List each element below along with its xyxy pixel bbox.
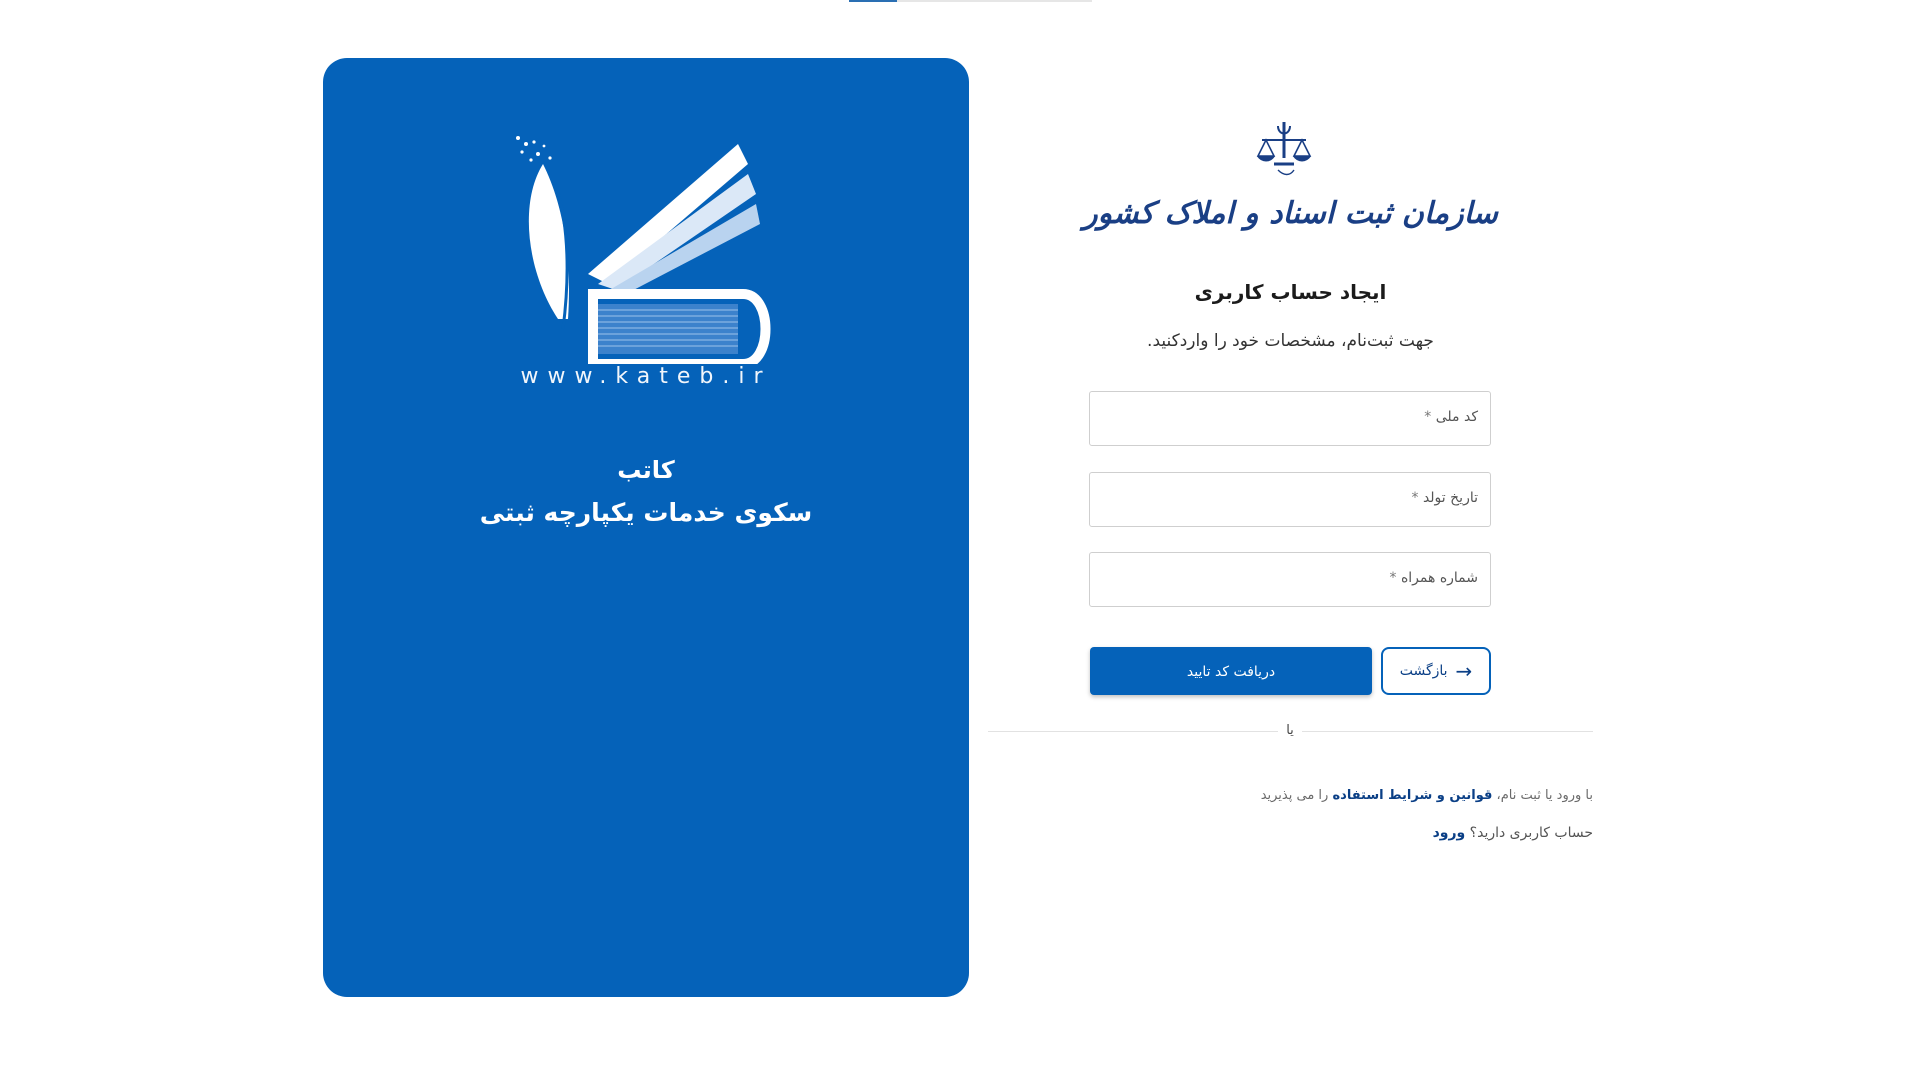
terms-link[interactable]: قوانین و شرایط استفاده — [1332, 788, 1492, 803]
mobile-number-input[interactable] — [1090, 553, 1490, 606]
signup-form: سازمان ثبت اسناد و املاک کشور ایجاد حساب… — [988, 0, 1593, 1080]
progress-indicator-active — [849, 0, 897, 2]
mobile-number-field[interactable]: شماره همراه * — [1089, 552, 1491, 607]
national-code-input[interactable] — [1090, 392, 1490, 445]
get-verification-code-button[interactable]: دریافت کد تایید — [1090, 647, 1372, 695]
brand-name: کاتب — [617, 456, 675, 484]
terms-prefix: با ورود یا ثبت نام، — [1496, 788, 1593, 803]
terms-suffix: را می پذیرید — [1260, 788, 1329, 803]
national-code-field[interactable]: کد ملی * — [1089, 391, 1491, 446]
page-title: ایجاد حساب کاربری — [1194, 280, 1387, 304]
brand-tagline: سکوی خدمات یکپارچه ثبتی — [479, 498, 813, 527]
birth-date-field[interactable]: تاریخ تولد * — [1089, 472, 1491, 527]
org-name: سازمان ثبت اسناد و املاک کشور — [1083, 196, 1498, 231]
kateb-logo-icon — [516, 136, 771, 364]
terms-notice: با ورود یا ثبت نام، قوانین و شرایط استفا… — [1261, 788, 1593, 803]
birth-date-input[interactable] — [1090, 473, 1490, 526]
back-button[interactable]: → بازگشت — [1381, 647, 1491, 695]
arrow-right-icon: → — [1455, 659, 1473, 683]
page-subtitle: جهت ثبت‌نام، مشخصات خود را واردکنید. — [1147, 331, 1434, 351]
back-button-label: بازگشت — [1399, 663, 1448, 679]
brand-url: www.kateb.ir — [520, 364, 772, 389]
login-prompt: حساب کاربری دارید؟ ورود — [1433, 825, 1593, 841]
brand-panel: www.kateb.ir کاتب سکوی خدمات یکپارچه ثبت… — [323, 58, 969, 997]
divider-label: یا — [1278, 721, 1302, 741]
login-prompt-text: حساب کاربری دارید؟ — [1469, 825, 1593, 841]
justice-emblem-icon — [1256, 122, 1312, 176]
login-link[interactable]: ورود — [1433, 825, 1466, 841]
